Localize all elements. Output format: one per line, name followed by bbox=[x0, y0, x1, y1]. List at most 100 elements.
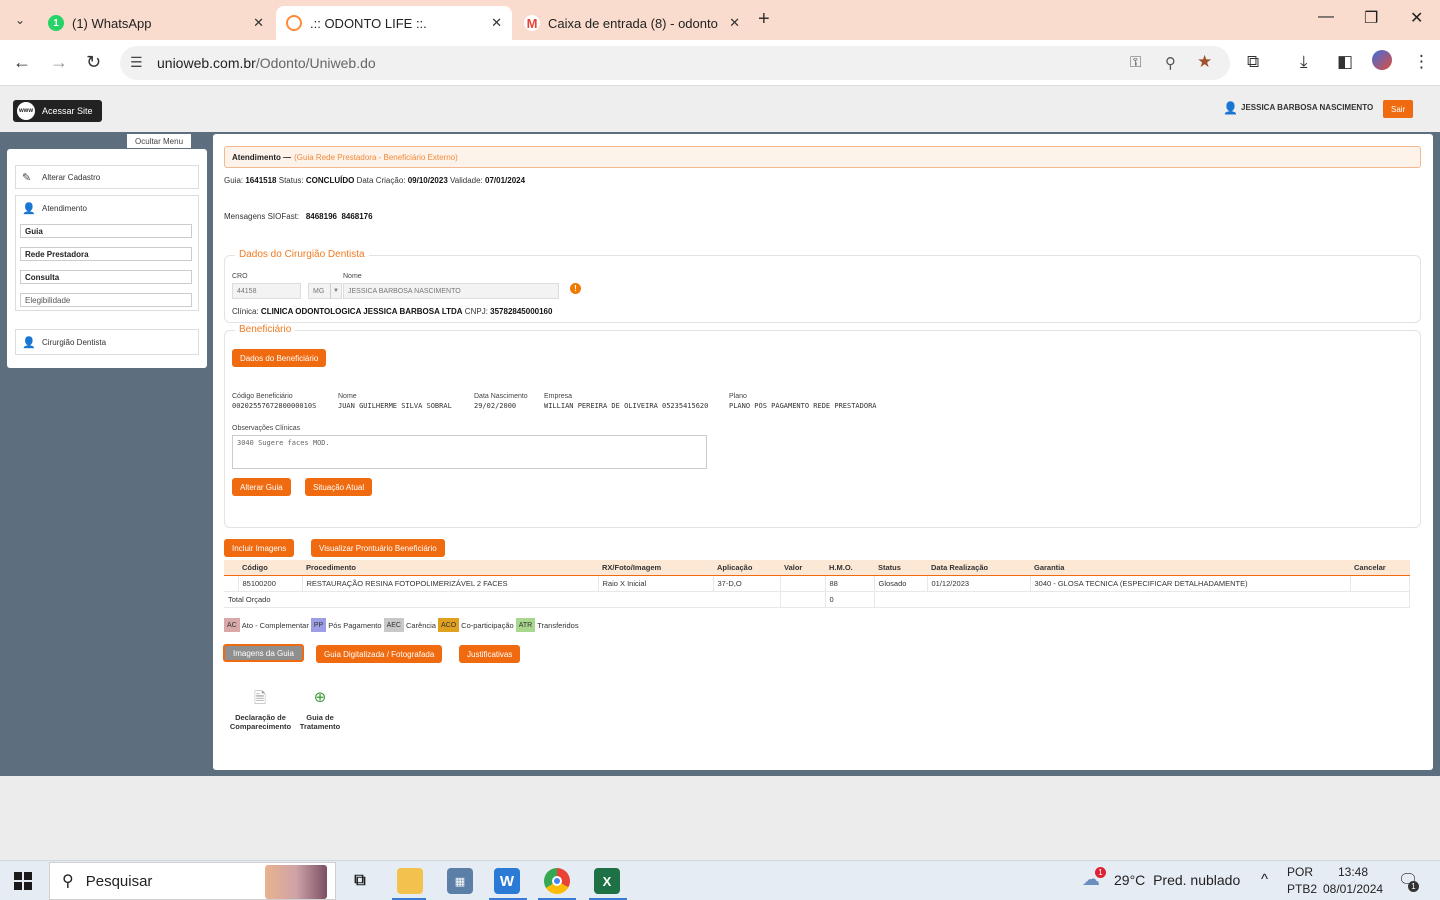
windows-start-icon[interactable] bbox=[14, 872, 32, 890]
window-close-icon[interactable]: ✕ bbox=[1410, 8, 1423, 28]
nascimento-value: 29/02/2000 bbox=[474, 402, 517, 410]
legend-chip: ACO bbox=[437, 618, 460, 632]
more-menu-icon[interactable]: ⋮ bbox=[1413, 52, 1430, 72]
tab-search-chevron-icon[interactable]: ⌄ bbox=[8, 8, 32, 32]
siofast-messages: Mensagens SIOFast: 8468196 8468176 bbox=[224, 212, 373, 221]
language-bottom[interactable]: PTB2 bbox=[1287, 882, 1317, 896]
guia-tratamento-link[interactable]: Guia de Tratamento bbox=[293, 713, 347, 731]
profile-avatar[interactable] bbox=[1372, 50, 1392, 70]
cancel-cell[interactable] bbox=[1350, 575, 1410, 592]
file-explorer-icon[interactable] bbox=[397, 868, 423, 894]
table-cell: Glosado bbox=[874, 575, 928, 592]
table-cell bbox=[224, 575, 239, 592]
uf-select[interactable]: MG ▼ bbox=[308, 283, 342, 299]
sidebar-item-label: Atendimento bbox=[42, 203, 87, 213]
info-icon[interactable]: ! bbox=[570, 283, 581, 294]
dental-app-icon[interactable]: W bbox=[494, 868, 520, 894]
sidebar-subitem-elegibilidade[interactable]: Elegibilidade bbox=[20, 293, 192, 307]
table-cell: 88 bbox=[825, 575, 875, 592]
document-icon[interactable]: 🗎 bbox=[249, 688, 271, 713]
sidebar-subitem-guia[interactable]: Guia bbox=[20, 224, 192, 238]
section-legend: Dados do Cirurgião Dentista bbox=[235, 249, 369, 260]
situacao-atual-button[interactable]: Situação Atual bbox=[305, 478, 373, 496]
sidebar-item-alterar-cadastro[interactable]: ✎ Alterar Cadastro bbox=[15, 165, 199, 189]
section-legend: Beneficiário bbox=[235, 324, 296, 335]
back-icon[interactable]: ← bbox=[13, 52, 31, 73]
tray-chevron-up-icon[interactable]: ^ bbox=[1261, 871, 1268, 888]
page-content: www Acessar Site 👤 JESSICA BARBOSA NASCI… bbox=[0, 86, 1440, 776]
excel-icon[interactable]: X bbox=[594, 868, 620, 894]
imagens-guia-button[interactable]: Imagens da Guia bbox=[223, 644, 304, 662]
justificativas-button[interactable]: Justificativas bbox=[459, 645, 521, 663]
reload-icon[interactable]: ↻ bbox=[86, 52, 101, 73]
benef-nome-value: JUAN GUILHERME SILVA SOBRAL bbox=[338, 402, 452, 410]
table-cell bbox=[780, 575, 826, 592]
plano-label: Plano bbox=[729, 393, 747, 400]
dados-beneficiario-button[interactable]: Dados do Beneficiário bbox=[232, 349, 327, 367]
sidebar-item-label: Alterar Cadastro bbox=[42, 172, 101, 182]
side-panel-icon[interactable]: ◧ bbox=[1337, 52, 1353, 72]
alterar-guia-button[interactable]: Alterar Guia bbox=[232, 478, 291, 496]
sidebar-item-cirurgiao[interactable]: 👤 Cirurgião Dentista bbox=[15, 329, 199, 355]
close-icon[interactable]: ✕ bbox=[491, 15, 502, 31]
cro-field[interactable]: 44158 bbox=[232, 283, 301, 299]
taskbar-search[interactable]: ⚲ Pesquisar bbox=[49, 862, 336, 900]
tab-odonto-life[interactable]: .:: ODONTO LIFE ::. ✕ bbox=[276, 6, 512, 40]
guia-summary: Guia: 1641518 Status: CONCLUÍDO Data Cri… bbox=[224, 176, 526, 185]
tab-title: (1) WhatsApp bbox=[72, 15, 152, 31]
sidebar-subitem-consulta[interactable]: Consulta bbox=[20, 270, 192, 284]
bookmark-star-icon[interactable]: ★ bbox=[1197, 52, 1212, 72]
zoom-icon[interactable]: ⚲ bbox=[1165, 54, 1176, 72]
close-icon[interactable]: ✕ bbox=[729, 15, 740, 31]
table-header-row: Código Procedimento RX/Foto/Imagem Aplic… bbox=[224, 560, 1410, 576]
forward-icon[interactable]: → bbox=[50, 52, 68, 73]
sidebar: ✎ Alterar Cadastro 👤 Atendimento Guia Rede… bbox=[7, 149, 207, 368]
acessar-site-button[interactable]: www Acessar Site bbox=[13, 100, 102, 122]
tab-whatsapp[interactable]: 1 (1) WhatsApp ✕ bbox=[38, 6, 274, 40]
sidebar-group-atendimento: 👤 Atendimento Guia Rede Prestadora Consul… bbox=[15, 195, 199, 311]
table-header: Data Realização bbox=[927, 560, 1030, 576]
legend-chip: AEC bbox=[383, 618, 404, 632]
extensions-icon[interactable]: ⧉ bbox=[1247, 52, 1259, 72]
visualizar-prontuario-button[interactable]: Visualizar Prontuário Beneficiário bbox=[311, 539, 445, 557]
table-cell bbox=[874, 591, 1410, 608]
browser-toolbar: ← → ↻ ☰ unioweb.com.br/Odonto/Uniweb.do … bbox=[0, 40, 1440, 86]
incluir-imagens-button[interactable]: Incluir Imagens bbox=[224, 539, 295, 557]
address-bar[interactable]: ☰ unioweb.com.br/Odonto/Uniweb.do ⚿ ⚲ ★ bbox=[120, 46, 1230, 80]
download-icon[interactable]: ⤓ bbox=[1300, 52, 1308, 72]
declaracao-comparecimento-link[interactable]: Declaração de Comparecimento bbox=[223, 713, 298, 731]
key-icon[interactable]: ⚿ bbox=[1130, 54, 1141, 71]
calculator-icon[interactable]: ▦ bbox=[447, 868, 473, 894]
tab-gmail[interactable]: M Caixa de entrada (8) - odontom ✕ bbox=[514, 6, 750, 40]
table-cell: Raio X Inicial bbox=[598, 575, 714, 592]
browser-tab-bar: ⌄ 1 (1) WhatsApp ✕ .:: ODONTO LIFE ::. ✕… bbox=[0, 0, 1440, 40]
hide-menu-button[interactable]: Ocultar Menu bbox=[127, 134, 192, 148]
codigo-value: 0020255767280000010S bbox=[232, 402, 317, 410]
sidebar-item-atendimento[interactable]: 👤 Atendimento bbox=[16, 196, 198, 220]
table-header: Garantia bbox=[1030, 560, 1350, 576]
restore-icon[interactable]: ❐ bbox=[1364, 8, 1378, 28]
legend-label: Co-participação bbox=[461, 620, 514, 630]
clock-date[interactable]: 08/01/2024 bbox=[1323, 882, 1383, 896]
legend-chip: ATR bbox=[515, 618, 536, 632]
task-view-icon[interactable]: ⧉ bbox=[347, 868, 373, 894]
minimize-icon[interactable]: — bbox=[1318, 8, 1334, 26]
weather-text[interactable]: 29°C Pred. nublado bbox=[1114, 872, 1240, 888]
dentista-nome-field[interactable]: JESSICA BARBOSA NASCIMENTO bbox=[343, 283, 559, 299]
site-info-icon[interactable]: ☰ bbox=[130, 54, 143, 71]
observacoes-textarea[interactable]: 3040 Sugere faces MOD. bbox=[232, 435, 707, 469]
chrome-icon[interactable] bbox=[544, 868, 570, 894]
table-row[interactable]: 85100200 RESTAURAÇÃO RESINA FOTOPOLIMERI… bbox=[224, 575, 1410, 592]
table-header: Código bbox=[238, 560, 302, 576]
sidebar-subitem-rede-prestadora[interactable]: Rede Prestadora bbox=[20, 247, 192, 261]
page-bottom-area bbox=[0, 776, 1440, 860]
benef-nome-label: Nome bbox=[338, 393, 357, 400]
new-tab-icon[interactable]: + bbox=[758, 8, 770, 31]
guia-digitalizada-button[interactable]: Guia Digitalizada / Fotografada bbox=[316, 645, 443, 663]
observacoes-label: Observações Clínicas bbox=[232, 425, 301, 432]
logout-button[interactable]: Sair bbox=[1383, 100, 1414, 118]
close-icon[interactable]: ✕ bbox=[253, 15, 264, 31]
language-top[interactable]: POR bbox=[1287, 865, 1313, 879]
treatment-icon[interactable]: ⊕ bbox=[309, 688, 331, 706]
clock-time[interactable]: 13:48 bbox=[1338, 865, 1368, 879]
